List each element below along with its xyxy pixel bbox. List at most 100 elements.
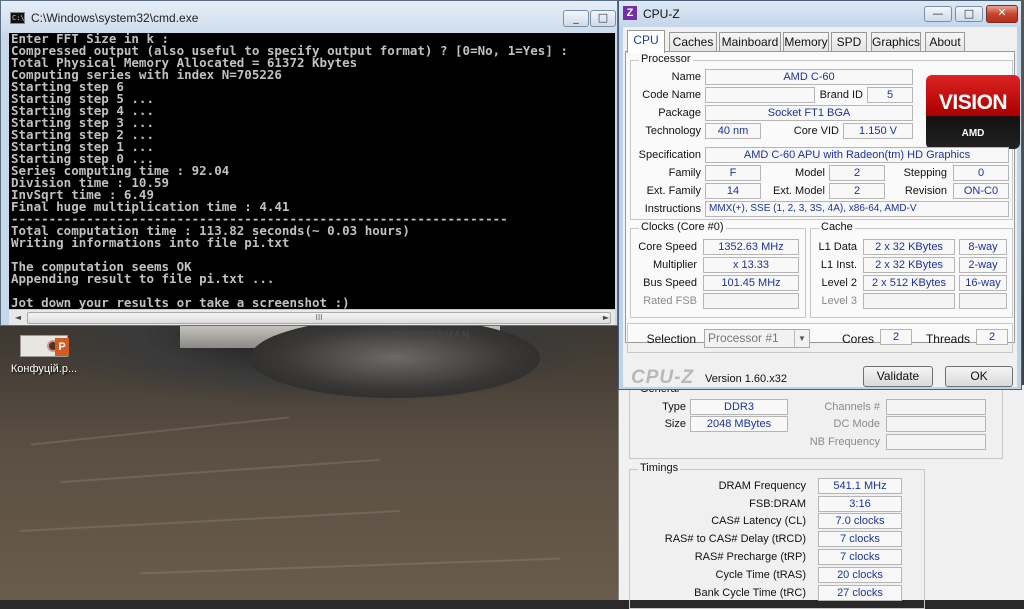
tab-mainboard[interactable]: Mainboard bbox=[719, 32, 781, 52]
extfamily-value: 14 bbox=[705, 183, 761, 199]
corevid-label: Core VID bbox=[793, 125, 839, 137]
cpuz-maximize-button[interactable]: □ bbox=[955, 6, 983, 22]
technology-value: 40 nm bbox=[705, 123, 761, 139]
timing-label: CAS# Latency (CL) bbox=[711, 515, 806, 527]
size-label: Size bbox=[664, 418, 686, 430]
processor-group: Processor Name AMD C-60 Code Name Brand … bbox=[630, 53, 1020, 220]
revision-label: Revision bbox=[904, 185, 947, 197]
cmd-titlebar[interactable]: C:\ C:\Windows\system32\cmd.exe _ □ bbox=[1, 1, 617, 33]
cmd-window-title: C:\Windows\system32\cmd.exe bbox=[31, 11, 199, 25]
l1inst-assoc: 2-way bbox=[959, 257, 1007, 273]
cpuz-minimize-button[interactable]: — bbox=[924, 6, 952, 22]
family-label: Family bbox=[668, 167, 701, 179]
amd-logo-text: AMD bbox=[961, 128, 985, 139]
cmd-minimize-button[interactable]: _ bbox=[563, 10, 589, 27]
road-streak bbox=[140, 557, 560, 575]
road-streak bbox=[30, 416, 290, 446]
level3-assoc bbox=[959, 293, 1007, 309]
brandid-value: 5 bbox=[867, 87, 913, 103]
cpuz-titlebar[interactable]: Z CPU-Z — □ ✕ bbox=[619, 1, 1021, 27]
l1data-assoc: 8-way bbox=[959, 239, 1007, 255]
cmd-window[interactable]: C:\ C:\Windows\system32\cmd.exe _ □ Ente… bbox=[0, 0, 618, 326]
cmd-horizontal-scrollbar[interactable]: ◄ III ► bbox=[9, 309, 615, 325]
multiplier-label: Multiplier bbox=[652, 259, 697, 271]
tab-spd[interactable]: SPD bbox=[831, 32, 867, 52]
chevron-down-icon: ▼ bbox=[794, 330, 809, 347]
level2-label: Level 2 bbox=[821, 277, 857, 289]
console-output[interactable]: Enter FFT Size in k : Compressed output … bbox=[9, 33, 615, 309]
extmodel-value: 2 bbox=[829, 183, 885, 199]
cores-label: Cores bbox=[841, 332, 874, 346]
timings-group-title: Timings bbox=[638, 462, 681, 474]
processor-select[interactable]: Processor #1 ▼ bbox=[704, 329, 810, 348]
tab-cpu[interactable]: CPU bbox=[627, 30, 665, 53]
vision-logo-text: VISION bbox=[938, 91, 1008, 114]
timing-value: 541.1 MHz bbox=[818, 478, 902, 494]
extmodel-label: Ext. Model bbox=[773, 185, 825, 197]
multiplier-value: x 13.33 bbox=[703, 257, 799, 273]
l1inst-label: L1 Inst. bbox=[820, 259, 857, 271]
cmd-console-icon: C:\ bbox=[10, 12, 25, 24]
clocks-group-title: Clocks (Core #0) bbox=[639, 221, 726, 233]
stepping-value: 0 bbox=[953, 165, 1009, 181]
model-label: Model bbox=[795, 167, 825, 179]
ratedfsb-value bbox=[703, 293, 799, 309]
codename-value bbox=[705, 87, 815, 103]
l1inst-value: 2 x 32 KBytes bbox=[863, 257, 955, 273]
stepping-label: Stepping bbox=[903, 167, 947, 179]
tab-memory[interactable]: Memory bbox=[783, 32, 829, 52]
type-label: Type bbox=[662, 401, 686, 413]
ok-button[interactable]: OK bbox=[945, 366, 1013, 387]
timing-label: RAS# Precharge (tRP) bbox=[694, 551, 806, 563]
scroll-right-arrow-icon[interactable]: ► bbox=[599, 312, 613, 324]
selection-label: Selection bbox=[646, 332, 696, 346]
tab-about[interactable]: About bbox=[925, 32, 965, 52]
cpuz-window[interactable]: Z CPU-Z — □ ✕ CPU Caches Mainboard Memor… bbox=[618, 0, 1022, 390]
document-icon: P bbox=[20, 335, 69, 357]
nbfreq-value bbox=[886, 434, 986, 450]
cores-value: 2 bbox=[880, 329, 912, 345]
instructions-label: Instructions bbox=[644, 203, 701, 215]
tab-graphics[interactable]: Graphics bbox=[871, 32, 921, 52]
specification-value: AMD C-60 APU with Radeon(tm) HD Graphics bbox=[705, 147, 1009, 163]
cpuz-memory-window: General Type DDR3 Size 2048 MBytes Chann… bbox=[618, 383, 1024, 609]
corespeed-label: Core Speed bbox=[638, 241, 697, 253]
wallpaper-car-text: BURBOSMAN bbox=[395, 330, 471, 341]
package-label: Package bbox=[658, 107, 701, 119]
model-value: 2 bbox=[829, 165, 885, 181]
scroll-thumb[interactable]: III bbox=[27, 312, 611, 324]
tab-caches[interactable]: Caches bbox=[669, 32, 717, 52]
busspeed-value: 101.45 MHz bbox=[703, 275, 799, 291]
type-value: DDR3 bbox=[690, 399, 788, 415]
console-text: Enter FFT Size in k : Compressed output … bbox=[11, 33, 568, 309]
timing-label: DRAM Frequency bbox=[718, 480, 806, 492]
level2-assoc: 16-way bbox=[959, 275, 1007, 291]
name-label: Name bbox=[671, 71, 701, 83]
instructions-value: MMX(+), SSE (1, 2, 3, 3S, 4A), x86-64, A… bbox=[705, 201, 1009, 217]
name-value: AMD C-60 bbox=[705, 69, 913, 85]
timing-value: 7 clocks bbox=[818, 549, 902, 565]
l1data-value: 2 x 32 KBytes bbox=[863, 239, 955, 255]
cpuz-brand-logo: CPU-Z bbox=[631, 367, 695, 388]
timings-group: Timings DRAM Frequency 541.1 MHz FSB:DRA… bbox=[629, 462, 925, 609]
technology-label: Technology bbox=[645, 125, 701, 137]
timing-value: 20 clocks bbox=[818, 567, 902, 583]
timing-label: FSB:DRAM bbox=[749, 498, 806, 510]
extfamily-label: Ext. Family bbox=[646, 185, 701, 197]
timing-label: RAS# to CAS# Delay (tRCD) bbox=[664, 533, 806, 545]
cpuz-version: Version 1.60.x32 bbox=[705, 373, 787, 385]
amd-vision-logo: VISION AMD bbox=[926, 75, 1020, 149]
desktop-icon-file[interactable]: P Конфуцій.р... bbox=[4, 335, 84, 375]
channels-value bbox=[886, 399, 986, 415]
powerpoint-badge-icon: P bbox=[55, 338, 69, 356]
timing-label: Cycle Time (tRAS) bbox=[715, 569, 806, 581]
threads-value: 2 bbox=[976, 329, 1008, 345]
timing-value: 7 clocks bbox=[818, 531, 902, 547]
cpuz-body: CPU Caches Mainboard Memory SPD Graphics… bbox=[623, 27, 1020, 388]
validate-button[interactable]: Validate bbox=[863, 366, 933, 387]
scroll-left-arrow-icon[interactable]: ◄ bbox=[11, 312, 25, 324]
cpuz-close-button[interactable]: ✕ bbox=[986, 5, 1018, 23]
l1data-label: L1 Data bbox=[818, 241, 857, 253]
selection-group: Selection Processor #1 ▼ Cores 2 Threads… bbox=[627, 323, 1013, 353]
cmd-maximize-button[interactable]: □ bbox=[590, 10, 616, 27]
